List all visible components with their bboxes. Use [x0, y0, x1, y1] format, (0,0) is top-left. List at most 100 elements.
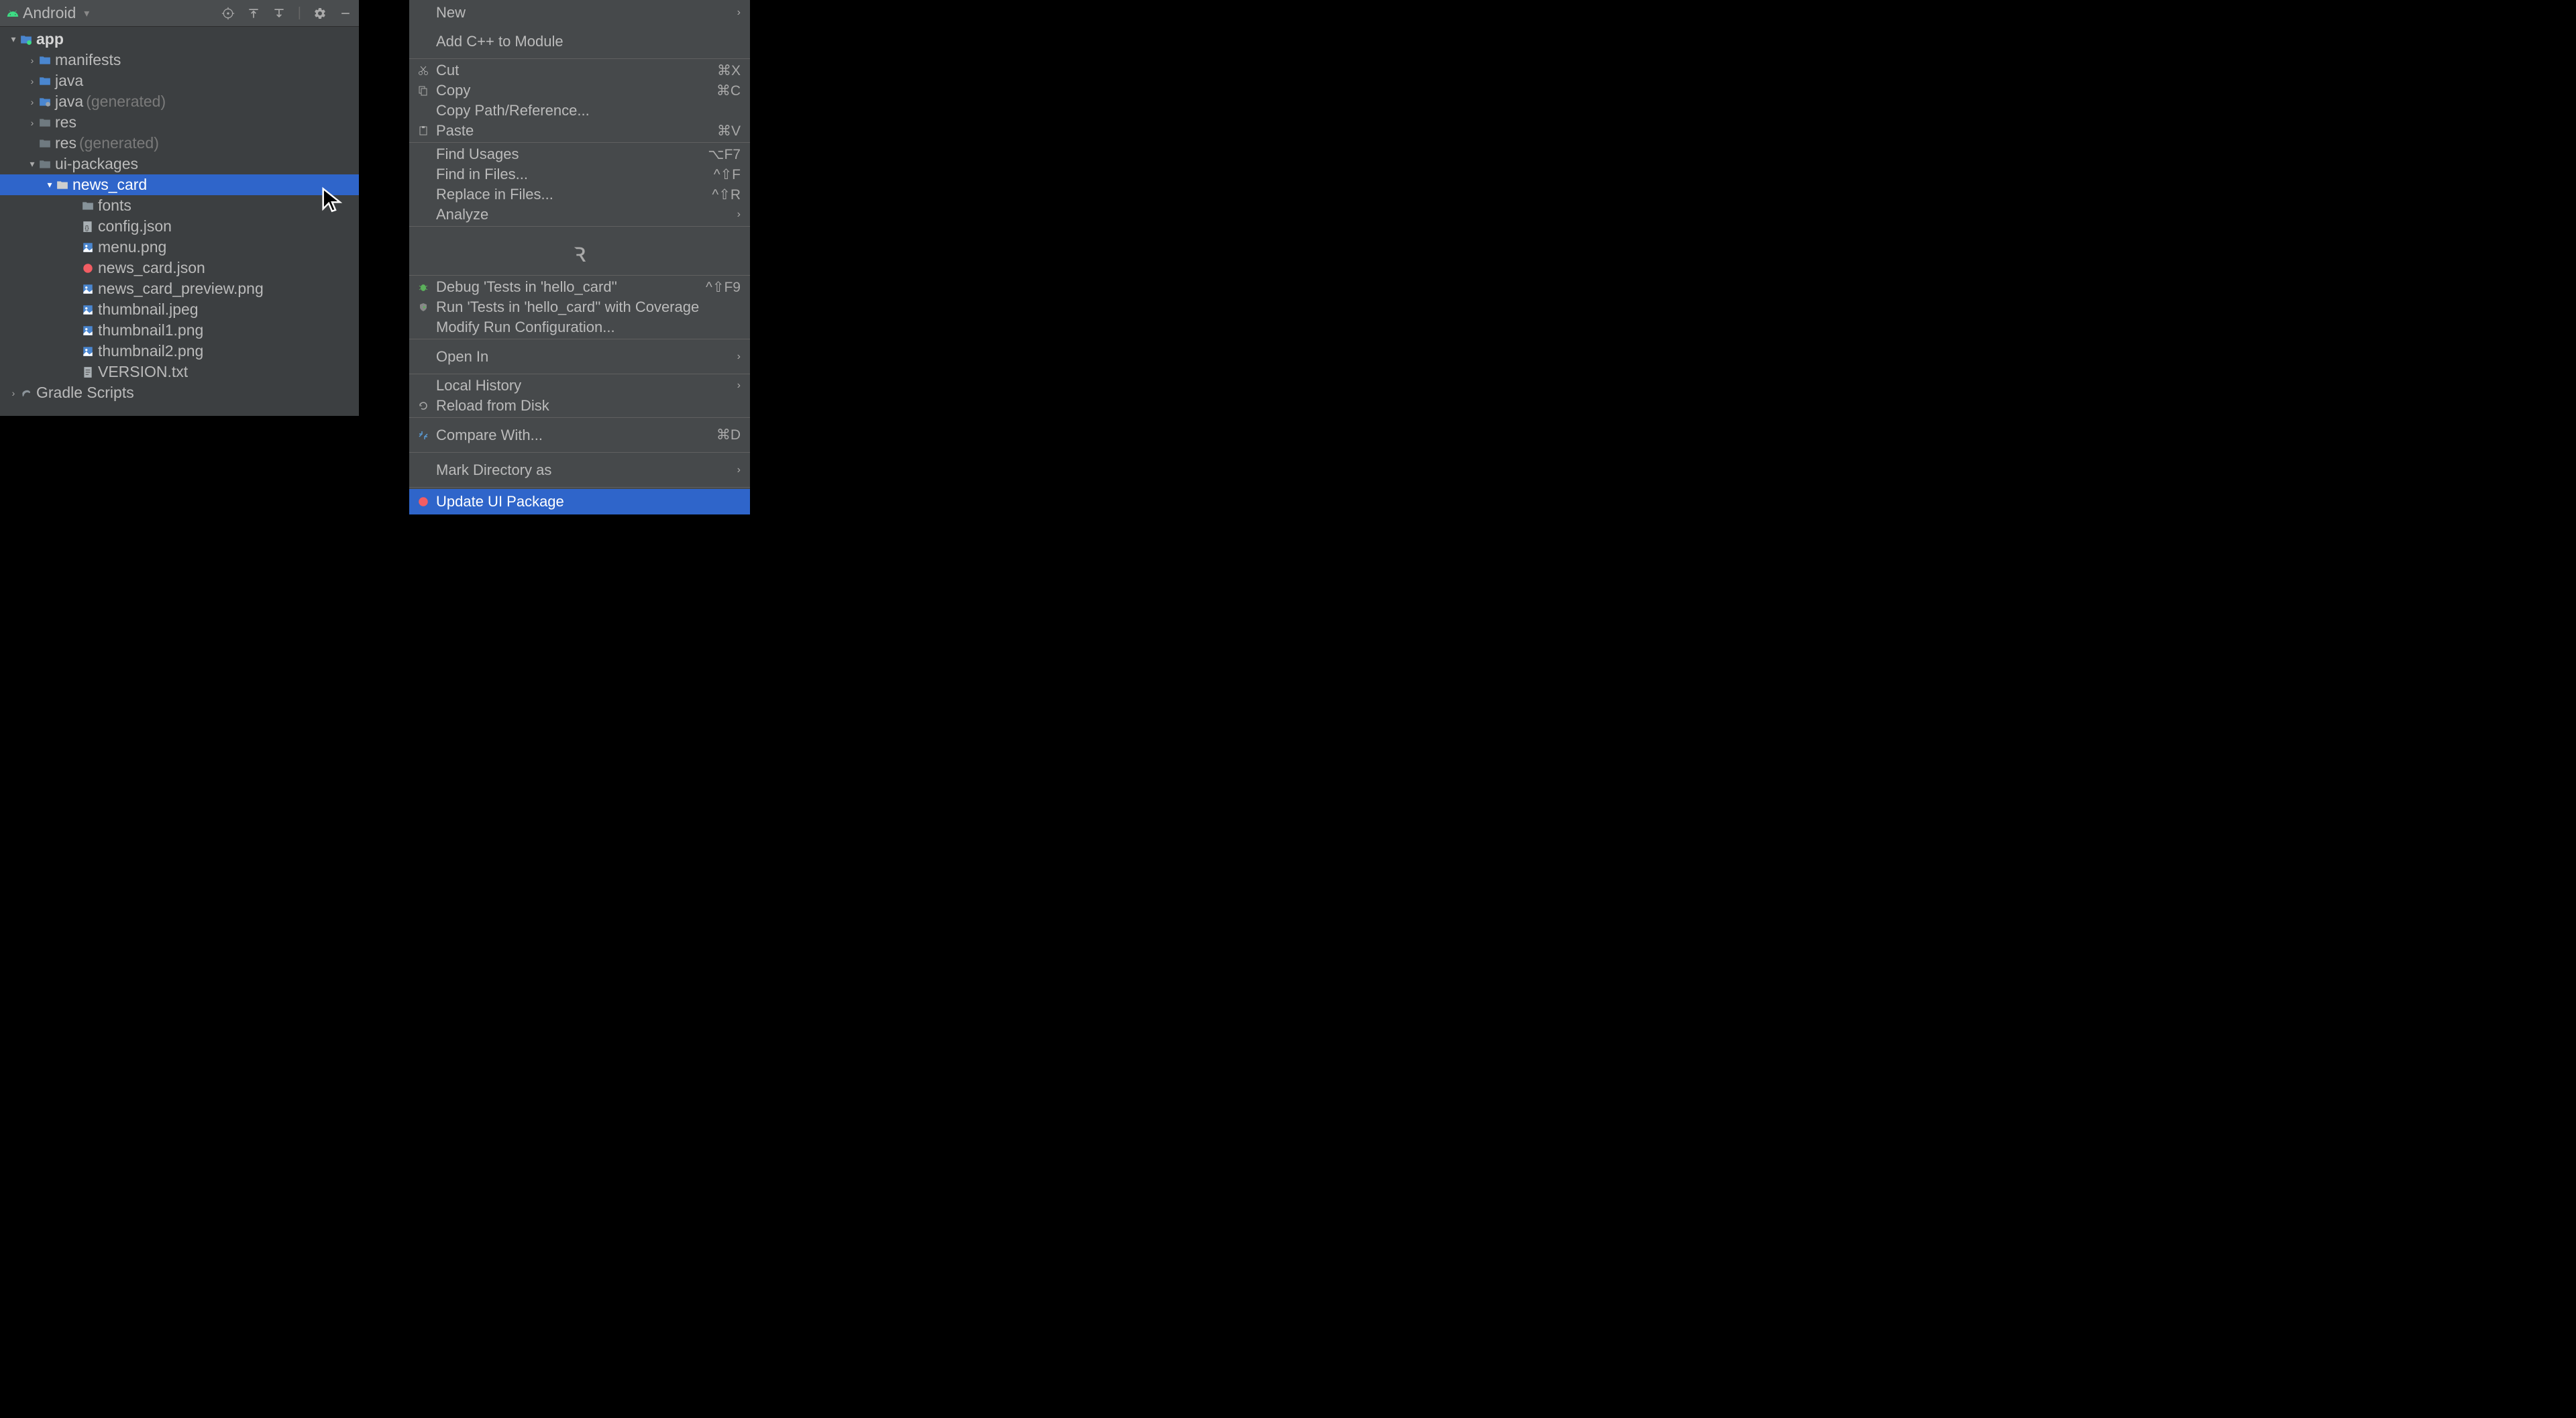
- menu-item-analyze[interactable]: Analyze ›: [409, 205, 750, 225]
- image-file-icon: [82, 345, 94, 358]
- menu-separator: [409, 487, 750, 488]
- menu-separator: [409, 226, 750, 227]
- tree-item-menu-png[interactable]: menu.png: [0, 237, 359, 258]
- chevron-right-icon[interactable]: ›: [25, 55, 39, 66]
- folder-icon: [39, 138, 51, 150]
- bug-icon: [416, 282, 431, 292]
- chevron-right-icon[interactable]: ›: [7, 388, 20, 398]
- menu-item-compare-with[interactable]: Compare With... ⌘D: [409, 419, 750, 451]
- folder-icon: [56, 179, 68, 191]
- menu-item-update-ui-package[interactable]: Update UI Package: [409, 489, 750, 514]
- view-selector[interactable]: Android ▾: [7, 4, 221, 22]
- tree-item-app[interactable]: ▾ app: [0, 29, 359, 50]
- menu-separator: [409, 417, 750, 418]
- chevron-right-icon: ›: [737, 209, 741, 221]
- chevron-right-icon: ›: [737, 351, 741, 363]
- tree-item-news-card-json[interactable]: news_card.json: [0, 258, 359, 278]
- tree-item-version-txt[interactable]: VERSION.txt: [0, 362, 359, 382]
- menu-separator: [409, 452, 750, 453]
- folder-icon: [39, 158, 51, 170]
- menu-item-find-usages[interactable]: Find Usages ⌥F7: [409, 144, 750, 164]
- coverage-icon: [416, 302, 431, 313]
- relay-icon: [416, 496, 431, 508]
- cut-icon: [416, 65, 431, 76]
- menu-item-copy-path[interactable]: Copy Path/Reference...: [409, 101, 750, 121]
- tree-item-news-card-preview[interactable]: news_card_preview.png: [0, 278, 359, 299]
- paste-icon: [416, 125, 431, 136]
- chevron-right-icon: ›: [737, 7, 741, 19]
- chevron-right-icon: ›: [737, 380, 741, 392]
- expand-icon[interactable]: [247, 7, 260, 20]
- tree-item-ui-packages[interactable]: ▾ ui-packages: [0, 154, 359, 174]
- menu-item-run-coverage[interactable]: Run 'Tests in 'hello_card'' with Coverag…: [409, 297, 750, 317]
- menu-refactor-placeholder: ꝛ: [409, 228, 750, 274]
- image-file-icon: [82, 283, 94, 295]
- tree-item-thumbnail1[interactable]: thumbnail1.png: [0, 320, 359, 341]
- copy-icon: [416, 85, 431, 96]
- menu-item-local-history[interactable]: Local History ›: [409, 376, 750, 396]
- reload-icon: [416, 400, 431, 411]
- menu-item-modify-run[interactable]: Modify Run Configuration...: [409, 317, 750, 337]
- project-tree[interactable]: ▾ app › manifests › java › java (generat…: [0, 27, 359, 403]
- json-file-icon: {}: [82, 221, 94, 233]
- menu-item-cut[interactable]: Cut ⌘X: [409, 60, 750, 80]
- tilde-icon: ꝛ: [574, 233, 586, 270]
- menu-item-find-in-files[interactable]: Find in Files... ^⇧F: [409, 164, 750, 184]
- chevron-right-icon[interactable]: ›: [25, 97, 39, 107]
- menu-item-reload-disk[interactable]: Reload from Disk: [409, 396, 750, 416]
- chevron-down-icon[interactable]: ▾: [43, 179, 56, 190]
- menu-item-new[interactable]: New ›: [409, 0, 750, 25]
- tree-item-java[interactable]: › java: [0, 70, 359, 91]
- menu-item-paste[interactable]: Paste ⌘V: [409, 121, 750, 141]
- image-file-icon: [82, 304, 94, 316]
- text-file-icon: [82, 366, 94, 378]
- menu-item-copy[interactable]: Copy ⌘C: [409, 80, 750, 101]
- folder-icon: [39, 54, 51, 66]
- target-icon[interactable]: [221, 7, 235, 20]
- menu-separator: [409, 142, 750, 143]
- folder-icon: [39, 75, 51, 87]
- chevron-down-icon[interactable]: ▾: [25, 158, 39, 170]
- chevron-right-icon[interactable]: ›: [25, 76, 39, 87]
- module-icon: [20, 34, 32, 46]
- tree-item-thumbnail2[interactable]: thumbnail2.png: [0, 341, 359, 362]
- svg-text:{}: {}: [85, 224, 89, 231]
- tree-item-res[interactable]: › res: [0, 112, 359, 133]
- gradle-icon: [20, 387, 32, 399]
- tree-item-news-card[interactable]: ▾ news_card: [0, 174, 359, 195]
- minimize-icon[interactable]: [339, 7, 352, 20]
- menu-item-open-in[interactable]: Open In ›: [409, 341, 750, 372]
- panel-title: Android: [23, 4, 76, 22]
- tree-item-config-json[interactable]: {} config.json: [0, 216, 359, 237]
- folder-icon: [39, 117, 51, 129]
- android-icon: [7, 7, 19, 19]
- chevron-down-icon[interactable]: ▾: [7, 34, 20, 45]
- separator: |: [298, 5, 301, 21]
- tree-item-fonts[interactable]: fonts: [0, 195, 359, 216]
- menu-separator: [409, 58, 750, 59]
- menu-item-add-cpp[interactable]: Add C++ to Module: [409, 25, 750, 57]
- tree-item-thumbnail-jpeg[interactable]: thumbnail.jpeg: [0, 299, 359, 320]
- folder-gen-icon: [39, 96, 51, 108]
- tree-item-gradle-scripts[interactable]: › Gradle Scripts: [0, 382, 359, 403]
- folder-icon: [82, 200, 94, 212]
- compare-icon: [416, 430, 431, 441]
- menu-item-mark-directory[interactable]: Mark Directory as ›: [409, 454, 750, 486]
- gear-icon[interactable]: [313, 7, 327, 20]
- relay-file-icon: [82, 262, 94, 274]
- tree-item-java-generated[interactable]: › java (generated): [0, 91, 359, 112]
- tree-item-manifests[interactable]: › manifests: [0, 50, 359, 70]
- project-tool-window: Android ▾ | ▾ app › manifests › java: [0, 0, 359, 416]
- menu-separator: [409, 275, 750, 276]
- menu-item-replace-in-files[interactable]: Replace in Files... ^⇧R: [409, 184, 750, 205]
- collapse-icon[interactable]: [272, 7, 286, 20]
- menu-item-debug-tests[interactable]: Debug 'Tests in 'hello_card'' ^⇧F9: [409, 277, 750, 297]
- tree-item-res-generated[interactable]: res (generated): [0, 133, 359, 154]
- context-menu: New › Add C++ to Module Cut ⌘X Copy ⌘C C…: [409, 0, 750, 514]
- panel-toolbar: |: [221, 5, 352, 21]
- chevron-right-icon[interactable]: ›: [25, 117, 39, 128]
- panel-header: Android ▾ |: [0, 0, 359, 27]
- image-file-icon: [82, 325, 94, 337]
- image-file-icon: [82, 241, 94, 254]
- chevron-right-icon: ›: [737, 464, 741, 476]
